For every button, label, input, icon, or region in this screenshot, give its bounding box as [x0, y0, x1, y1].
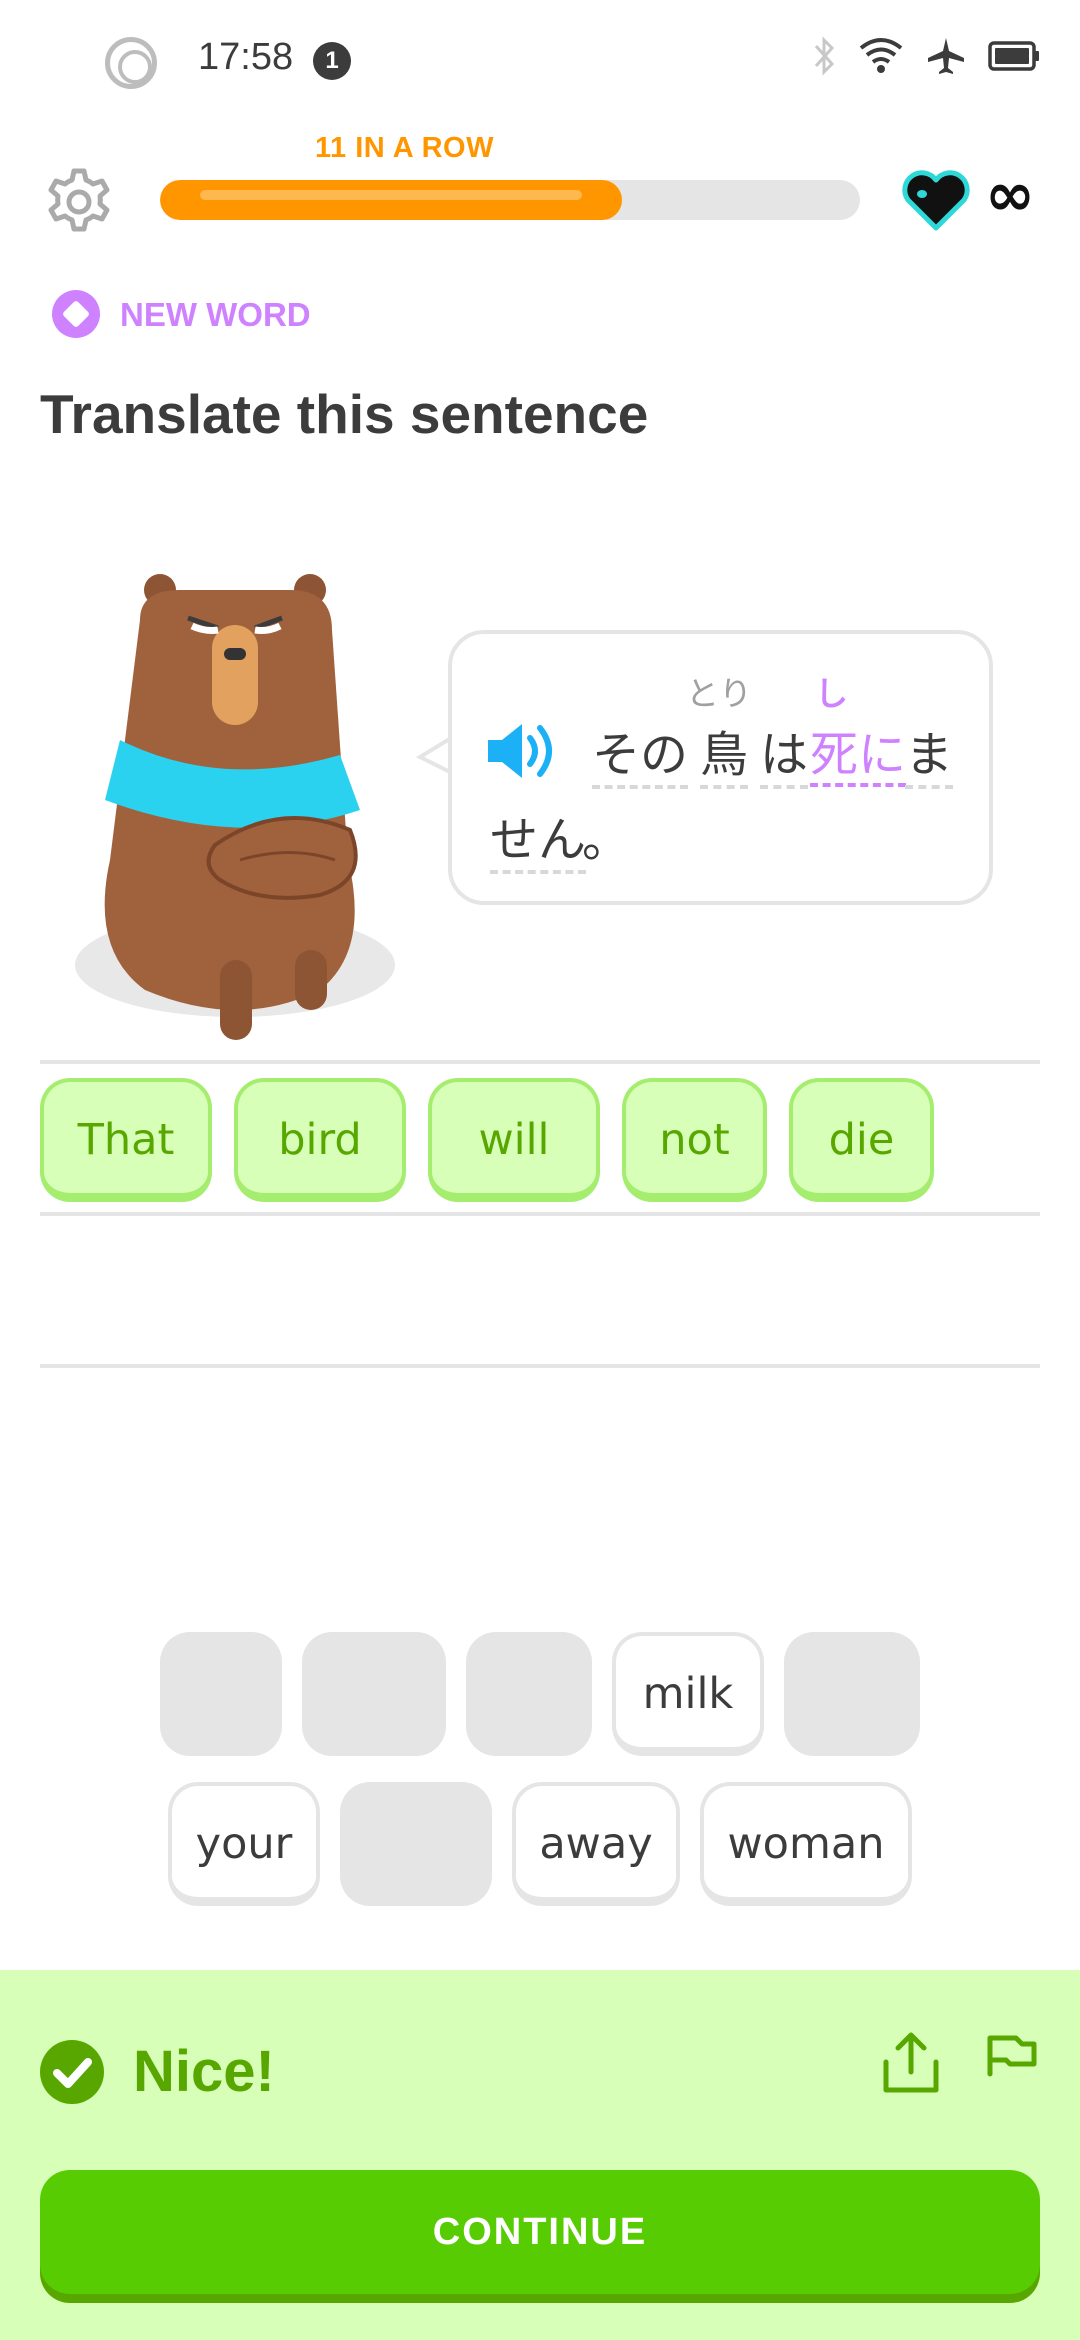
screen-record-icon — [105, 37, 157, 89]
new-word-3[interactable]: 死に — [810, 727, 907, 787]
notification-badge: 1 — [313, 42, 351, 80]
progress-shine — [200, 190, 582, 200]
sentence-word-2[interactable]: は — [760, 727, 809, 789]
sentence-word-4[interactable]: ま — [905, 727, 954, 789]
status-bar: 17:58 1 — [0, 0, 1080, 120]
word-bank-empty-slot — [466, 1632, 592, 1756]
sentence-word-5[interactable]: せん — [490, 812, 587, 874]
answer-tile[interactable]: die — [789, 1078, 934, 1202]
answer-tile[interactable]: will — [428, 1078, 600, 1202]
check-circle-icon — [40, 2040, 104, 2104]
word-bank-empty-slot — [160, 1632, 282, 1756]
new-word-label: NEW WORD — [120, 296, 311, 333]
sentence-word-6[interactable]: 。 — [582, 812, 630, 868]
answer-line-2 — [40, 1212, 1040, 1216]
answer-line-3 — [40, 1364, 1040, 1368]
word-bank-tile[interactable]: woman — [700, 1782, 912, 1906]
bluetooth-icon — [814, 36, 835, 76]
answer-line-1 — [40, 1060, 1040, 1064]
gear-icon[interactable] — [42, 165, 116, 239]
sentence-word-1[interactable]: 鳥 — [700, 727, 749, 789]
lesson-progress-bar — [160, 180, 860, 220]
new-word-icon — [52, 290, 100, 338]
answer-tile[interactable]: bird — [234, 1078, 406, 1202]
share-icon[interactable] — [880, 2030, 942, 2096]
feedback-title: Nice! — [133, 2039, 275, 2104]
streak-label: 11 IN A ROW — [315, 132, 494, 164]
wifi-icon — [859, 38, 903, 73]
battery-icon — [988, 41, 1039, 71]
continue-button[interactable]: CONTINUE — [40, 2170, 1040, 2294]
word-bank-tile[interactable]: milk — [612, 1632, 764, 1756]
word-bank-empty-slot — [302, 1632, 446, 1756]
answer-tile[interactable]: That — [40, 1078, 212, 1202]
word-bank-empty-slot — [340, 1782, 492, 1906]
bear-character — [75, 574, 395, 1040]
flag-icon[interactable] — [980, 2030, 1042, 2096]
progress-fill — [160, 180, 622, 220]
word-bank-tile[interactable]: your — [168, 1782, 320, 1906]
furigana-3: し — [815, 674, 848, 713]
status-icons — [812, 36, 1040, 76]
word-bank-tile[interactable]: away — [512, 1782, 680, 1906]
status-time: 17:58 — [198, 36, 294, 78]
airplane-mode-icon — [928, 38, 964, 74]
hearts-count: ∞ — [985, 160, 1035, 230]
instruction-title: Translate this sentence — [40, 383, 649, 445]
sentence-word-0[interactable]: その — [592, 727, 689, 789]
answer-tile[interactable]: not — [622, 1078, 767, 1202]
word-bank-empty-slot — [784, 1632, 920, 1756]
heart-icon[interactable] — [900, 168, 972, 232]
furigana-1: とり — [686, 674, 752, 713]
speaker-icon[interactable] — [486, 720, 568, 782]
